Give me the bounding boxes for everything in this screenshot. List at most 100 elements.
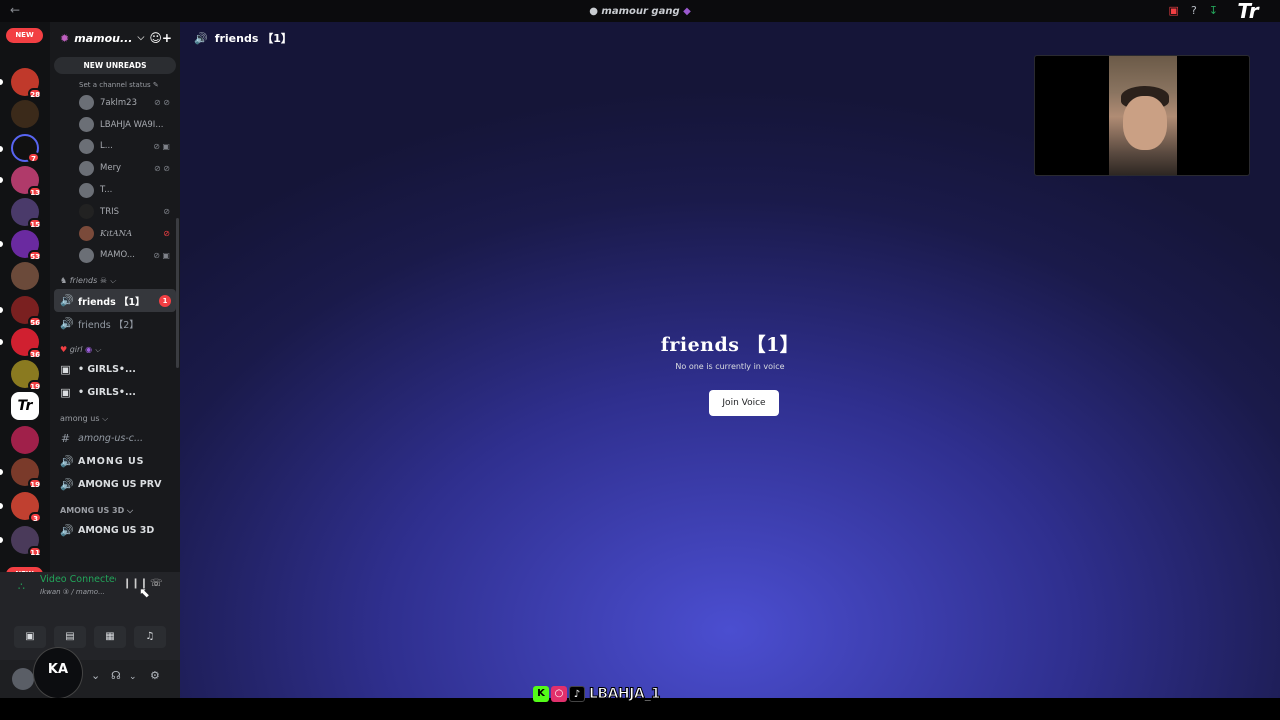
category-label: among us bbox=[60, 414, 100, 424]
channel-label: friends 【1】 bbox=[78, 296, 145, 308]
sidebar-scrollbar[interactable] bbox=[176, 218, 179, 368]
channel-label: AMONG US 3D bbox=[78, 525, 155, 537]
avatar bbox=[79, 95, 94, 111]
server-icon-14[interactable]: 11 bbox=[11, 526, 42, 557]
activities-button[interactable]: ▦ bbox=[94, 626, 126, 648]
guild-name: mamou... bbox=[74, 31, 133, 45]
channel-among-us-voice[interactable]: 🔊 AMONG US bbox=[54, 450, 176, 473]
screen-share-button[interactable]: ▤ bbox=[54, 626, 86, 648]
category-among-us-3d[interactable]: AMONG US 3D ⌵ bbox=[50, 502, 180, 519]
channel-girls-2[interactable]: ▣ • GIRLS•... bbox=[54, 381, 176, 404]
voice-user-name: TRIS bbox=[100, 206, 120, 217]
unread-badge: 1 bbox=[159, 294, 171, 307]
skull-icon: ☠ bbox=[99, 276, 108, 286]
server-icon-12[interactable]: 19 bbox=[11, 458, 42, 489]
guild-header[interactable]: ✹ mamou... ⌵ ☺+ bbox=[50, 22, 180, 54]
mute-deafen-icon: ⊘ ⊘ bbox=[154, 163, 170, 173]
category-girl[interactable]: ♥ girl ◉ ⌵ bbox=[50, 341, 180, 358]
category-friends[interactable]: ♞ friends ☠ ⌵ bbox=[50, 272, 180, 289]
cat-icon: ♞ bbox=[60, 276, 68, 286]
heart-icon: ♥ bbox=[60, 345, 68, 355]
server-icon-4[interactable]: 13 bbox=[11, 166, 42, 197]
server-icon-11[interactable] bbox=[11, 426, 39, 454]
server-icon-7[interactable] bbox=[11, 262, 39, 290]
voice-user[interactable]: Mery ⊘ ⊘ bbox=[50, 157, 180, 179]
help-icon[interactable]: ? bbox=[1191, 4, 1197, 17]
empty-voice-text: No one is currently in voice bbox=[675, 362, 785, 371]
channel-status[interactable]: Set a channel status ✎ bbox=[50, 78, 180, 92]
voice-channel-path[interactable]: Ikwan ③ / mamo... bbox=[40, 588, 105, 596]
channel-label: • GIRLS•... bbox=[78, 387, 136, 399]
server-badge: 19 bbox=[28, 380, 42, 391]
pencil-icon: ✎ bbox=[152, 81, 159, 89]
server-badge: 56 bbox=[28, 316, 42, 327]
speaker-icon: 🔊 bbox=[60, 317, 74, 331]
category-label: girl bbox=[69, 345, 83, 355]
disconnect-icon[interactable]: ☏ bbox=[150, 578, 163, 589]
channel-friends-2[interactable]: 🔊 friends 【2】 bbox=[54, 312, 176, 335]
voice-user[interactable]: MAMO... ⊘ ▣ bbox=[50, 245, 180, 267]
channel-among-us-text[interactable]: # among-us-c... bbox=[54, 427, 176, 450]
voice-user[interactable]: 7aklm23 ⊘ ⊘ bbox=[50, 92, 180, 114]
server-icon-3[interactable]: 7 bbox=[11, 134, 40, 163]
voice-user-name: MAMO... bbox=[100, 250, 135, 261]
voice-panel: ∴ Video Connected Ikwan ③ / mamo... ❙❙❙ … bbox=[0, 572, 180, 660]
category-label: AMONG US 3D bbox=[60, 506, 125, 516]
server-badge: 36 bbox=[28, 348, 42, 359]
server-badge: 3 bbox=[29, 512, 42, 523]
server-icon-2[interactable] bbox=[11, 100, 39, 128]
deafen-icon: ⊘ bbox=[163, 229, 170, 239]
unread-dot bbox=[0, 307, 3, 313]
settings-gear-icon[interactable]: ⚙ bbox=[150, 669, 160, 682]
soundboard-button[interactable]: ♫ bbox=[134, 626, 166, 648]
voice-user[interactable]: KıtANA ⊘ bbox=[50, 223, 180, 245]
category-among-us[interactable]: among us ⌵ bbox=[50, 410, 180, 427]
unread-dot bbox=[0, 146, 3, 152]
new-unreads-pill[interactable]: NEW UNREADS bbox=[54, 57, 176, 74]
instagram-icon: ○ bbox=[551, 686, 567, 702]
server-badge: 7 bbox=[27, 152, 40, 163]
voice-user-name: T... bbox=[100, 185, 113, 196]
server-icon-1[interactable]: 28 bbox=[11, 68, 42, 99]
server-icon-6[interactable]: 53 bbox=[11, 230, 42, 261]
server-icon: ● bbox=[589, 5, 602, 17]
chevron-down-icon[interactable]: ⌄ bbox=[129, 672, 137, 682]
mic-chevron-icon[interactable]: ⌄ bbox=[91, 669, 100, 682]
channel-header: 🔊 friends 【1】 bbox=[180, 22, 1280, 54]
voice-user[interactable]: L... ⊘ ▣ bbox=[50, 136, 180, 158]
titlebar-icons: ▣ ? ↧ bbox=[1169, 4, 1218, 17]
inbox-icon[interactable]: ▣ bbox=[1169, 4, 1179, 17]
camera-off-icon: ▣ bbox=[25, 631, 35, 642]
channel-friends-1[interactable]: 🔊 friends 【1】 1 bbox=[54, 289, 176, 313]
channel-girls-1[interactable]: ▣ • GIRLS•... bbox=[54, 358, 176, 381]
voice-user[interactable]: T... bbox=[50, 179, 180, 201]
lock-icon: ▣ bbox=[60, 363, 71, 377]
devil-icon: ◉ bbox=[85, 345, 93, 355]
channel-among-us-prv[interactable]: 🔊 AMONG US PRV bbox=[54, 473, 176, 496]
voice-user[interactable]: TRIS ⊘ bbox=[50, 201, 180, 223]
server-icon-13[interactable]: 3 bbox=[11, 492, 42, 523]
join-voice-button[interactable]: Join Voice bbox=[709, 390, 779, 416]
voice-status[interactable]: Video Connected bbox=[40, 574, 116, 585]
add-member-icon[interactable]: ☺+ bbox=[149, 31, 172, 45]
chevron-down-icon: ⌵ bbox=[94, 345, 101, 355]
server-icon-5[interactable]: 15 bbox=[11, 198, 42, 229]
voice-user-name: Mery bbox=[100, 163, 122, 174]
channel-among-us-3d[interactable]: 🔊 AMONG US 3D bbox=[54, 519, 176, 542]
voice-user[interactable]: LBAHJA WA9I... bbox=[50, 114, 180, 136]
webcam-face bbox=[1123, 96, 1167, 150]
user-avatar[interactable] bbox=[12, 668, 34, 690]
back-arrow-icon[interactable]: ← bbox=[10, 3, 20, 17]
channel-label: AMONG US PRV bbox=[78, 479, 162, 491]
camera-off-button[interactable]: ▣ bbox=[14, 626, 46, 648]
headphones-icon[interactable]: ☊ bbox=[111, 669, 121, 682]
download-icon[interactable]: ↧ bbox=[1209, 4, 1218, 17]
guild-icon: ✹ bbox=[60, 31, 70, 45]
server-badge: 19 bbox=[28, 478, 42, 489]
server-icon-10[interactable]: 19 bbox=[11, 360, 42, 391]
server-icon-9[interactable]: 36 bbox=[11, 328, 42, 359]
chevron-down-icon: ⌵ bbox=[109, 276, 116, 286]
server-icon-twareg[interactable]: Tr bbox=[11, 392, 39, 420]
server-icon-8[interactable]: 56 bbox=[11, 296, 42, 327]
new-pill-top[interactable]: NEW bbox=[6, 28, 43, 43]
